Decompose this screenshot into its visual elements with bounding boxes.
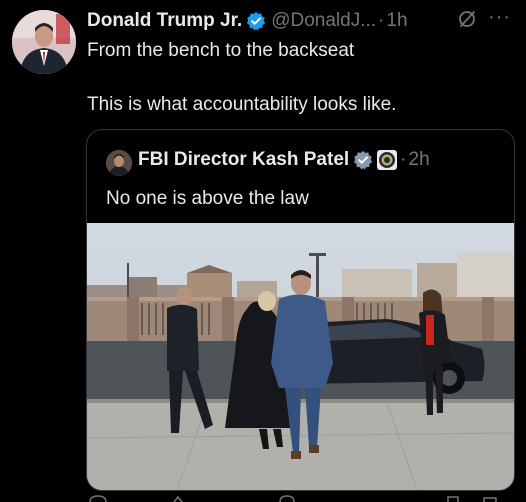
like-icon xyxy=(279,495,295,502)
quoted-author-avatar[interactable] xyxy=(106,150,132,176)
grok-icon[interactable] xyxy=(457,9,477,29)
fbi-seal-icon xyxy=(377,150,398,170)
more-icon[interactable]: ··· xyxy=(488,6,511,29)
quoted-author-name[interactable]: FBI Director Kash Patel xyxy=(138,149,349,171)
author-name[interactable]: Donald Trump Jr. xyxy=(87,10,242,32)
bookmark-icon xyxy=(447,496,459,502)
tweet-time[interactable]: 1h xyxy=(386,10,407,32)
tweet-text-line2: This is what accountability looks like. xyxy=(87,94,397,115)
verified-badge-icon xyxy=(247,11,266,31)
quoted-time[interactable]: 2h xyxy=(409,149,430,171)
quoted-photo[interactable] xyxy=(87,223,514,490)
quoted-text: No one is above the law xyxy=(106,188,309,209)
separator-dot: · xyxy=(378,10,385,31)
verified-badge-icon xyxy=(354,150,373,170)
author-avatar[interactable] xyxy=(12,10,76,74)
tweet-header: Donald Trump Jr. @DonaldJ... · 1h xyxy=(87,8,512,34)
separator-dot: · xyxy=(400,149,407,170)
share-icon xyxy=(483,497,497,502)
author-handle[interactable]: @DonaldJ... xyxy=(271,10,376,32)
repost-icon xyxy=(173,495,183,502)
quoted-tweet[interactable]: FBI Director Kash Patel · 2h No one is a… xyxy=(86,129,515,491)
tweet-action-bar xyxy=(89,495,497,502)
quoted-header: FBI Director Kash Patel · 2h xyxy=(138,149,430,171)
reply-icon xyxy=(89,495,107,502)
tweet-text-line1: From the bench to the backseat xyxy=(87,40,355,61)
